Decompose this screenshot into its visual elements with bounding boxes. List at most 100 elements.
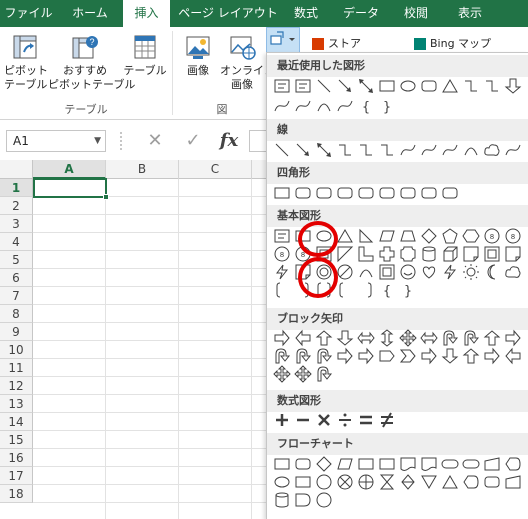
shape-textb-icon[interactable] — [273, 227, 291, 245]
shape-fold-icon[interactable] — [462, 245, 480, 263]
shape-rrect-icon[interactable] — [420, 77, 438, 95]
shape-doc-icon[interactable] — [399, 455, 417, 473]
shape-rrect-icon[interactable] — [399, 184, 417, 202]
shape-uturn-icon[interactable] — [315, 365, 333, 383]
shape-lshape-icon[interactable] — [357, 245, 375, 263]
shape-rrect-icon[interactable] — [357, 184, 375, 202]
select-all-corner[interactable] — [0, 160, 33, 179]
shape-darrow-icon[interactable] — [357, 77, 375, 95]
shape-brkt-icon[interactable] — [273, 281, 291, 299]
shape-cloud-icon[interactable] — [483, 141, 501, 159]
row-header[interactable]: 2 — [0, 197, 33, 215]
shape-a4-icon[interactable] — [273, 365, 291, 383]
row-header[interactable]: 12 — [0, 377, 33, 395]
shape-rect-icon[interactable] — [294, 473, 312, 491]
shape-para-icon[interactable] — [336, 455, 354, 473]
shape-curve-icon[interactable] — [273, 97, 291, 115]
row-header[interactable]: 11 — [0, 359, 33, 377]
shape-half-icon[interactable] — [336, 245, 354, 263]
shape-oval-icon[interactable] — [273, 473, 291, 491]
shape-elbow-icon[interactable] — [336, 141, 354, 159]
shape-dia-icon[interactable] — [420, 227, 438, 245]
shape-elbow-icon[interactable] — [462, 77, 480, 95]
shape-term-icon[interactable] — [462, 455, 480, 473]
row-header[interactable]: 18 — [0, 485, 33, 503]
chevron-down-icon[interactable]: ▼ — [94, 131, 101, 151]
shape-tri-icon[interactable] — [441, 77, 459, 95]
shape-dia-icon[interactable] — [315, 455, 333, 473]
shape-uturn-icon[interactable] — [294, 347, 312, 365]
shape-rbrace-icon[interactable]: } — [378, 97, 396, 115]
shape-rect-icon[interactable] — [273, 455, 291, 473]
shape-curve-icon[interactable] — [399, 141, 417, 159]
row-header[interactable]: 13 — [0, 395, 33, 413]
shape-rtri-icon[interactable] — [357, 227, 375, 245]
shapes-button[interactable] — [266, 27, 300, 53]
shape-a4-icon[interactable] — [399, 329, 417, 347]
shape-moon-icon[interactable] — [483, 263, 501, 281]
active-cell-a1[interactable] — [33, 178, 109, 200]
shape-sumj-icon[interactable] — [336, 473, 354, 491]
cancel-icon[interactable]: ✕ — [142, 130, 168, 152]
shape-rect-icon[interactable] — [378, 455, 396, 473]
shape-aR-icon[interactable] — [357, 347, 375, 365]
shape-num-icon[interactable]: 8 — [483, 227, 501, 245]
row-header[interactable]: 16 — [0, 449, 33, 467]
shape-frame-icon[interactable] — [378, 263, 396, 281]
shape-arrow-icon[interactable] — [294, 141, 312, 159]
name-box[interactable]: A1 ▼ — [6, 130, 106, 152]
shape-extract-icon[interactable] — [441, 473, 459, 491]
shape-circle-icon[interactable] — [315, 491, 333, 509]
shape-hourg-icon[interactable] — [378, 473, 396, 491]
table-button[interactable]: テーブル — [122, 33, 168, 78]
shape-divide-icon[interactable] — [336, 411, 354, 429]
shape-bolt-icon[interactable] — [441, 263, 459, 281]
shape-disp-icon[interactable] — [462, 473, 480, 491]
shape-bolt-icon[interactable] — [273, 263, 291, 281]
shape-brace-icon[interactable]: { — [378, 281, 396, 299]
shape-merge-icon[interactable] — [420, 473, 438, 491]
shape-aL-icon[interactable] — [504, 347, 522, 365]
shape-curve-icon[interactable] — [420, 141, 438, 159]
shape-rbrace-icon[interactable]: } — [399, 281, 417, 299]
store-button[interactable]: ストア — [312, 37, 372, 51]
shape-brkt-icon[interactable] — [336, 281, 354, 299]
shape-line-icon[interactable] — [273, 141, 291, 159]
shape-aLR-icon[interactable] — [420, 329, 438, 347]
shape-uturn-icon[interactable] — [441, 329, 459, 347]
tab-insert[interactable]: 挿入 — [123, 0, 170, 27]
bing-maps-button[interactable]: Bing マップ — [414, 37, 504, 51]
shape-arc-icon[interactable] — [315, 97, 333, 115]
tab-file[interactable]: ファイル — [0, 0, 57, 27]
shape-curve-icon[interactable] — [294, 97, 312, 115]
shape-hexa-icon[interactable] — [462, 227, 480, 245]
shape-aD-icon[interactable] — [504, 77, 522, 95]
shape-arc-icon[interactable] — [462, 141, 480, 159]
shape-num-icon[interactable]: 8 — [273, 245, 291, 263]
tab-home[interactable]: ホーム — [60, 0, 120, 27]
column-header-a[interactable]: A — [33, 160, 106, 179]
recommended-pivottables-button[interactable]: ? おすすめ ピボットテーブル — [48, 33, 135, 92]
shape-chev-icon[interactable] — [399, 347, 417, 365]
shape-plus-icon[interactable] — [273, 411, 291, 429]
shape-aUD-icon[interactable] — [378, 329, 396, 347]
shape-rrect-icon[interactable] — [336, 184, 354, 202]
shape-smile-icon[interactable] — [399, 263, 417, 281]
shape-minus-icon[interactable] — [294, 411, 312, 429]
row-header[interactable]: 17 — [0, 467, 33, 485]
shape-elbow-icon[interactable] — [378, 141, 396, 159]
shape-uturn-icon[interactable] — [315, 347, 333, 365]
tab-view[interactable]: 表示 — [448, 0, 492, 27]
shape-rrect-icon[interactable] — [420, 184, 438, 202]
online-pictures-button[interactable]: オンライン 画像 — [220, 33, 275, 92]
shape-neq-icon[interactable] — [378, 411, 396, 429]
shape-para-icon[interactable] — [378, 227, 396, 245]
shape-heart-icon[interactable] — [420, 263, 438, 281]
shape-rect-icon[interactable] — [357, 455, 375, 473]
insert-function-icon[interactable]: fx — [216, 130, 242, 152]
shape-rrect-icon[interactable] — [378, 184, 396, 202]
shape-frame-icon[interactable] — [483, 245, 501, 263]
shape-elbow-icon[interactable] — [357, 141, 375, 159]
row-header[interactable]: 3 — [0, 215, 33, 233]
shape-rbrkt-icon[interactable] — [357, 281, 375, 299]
